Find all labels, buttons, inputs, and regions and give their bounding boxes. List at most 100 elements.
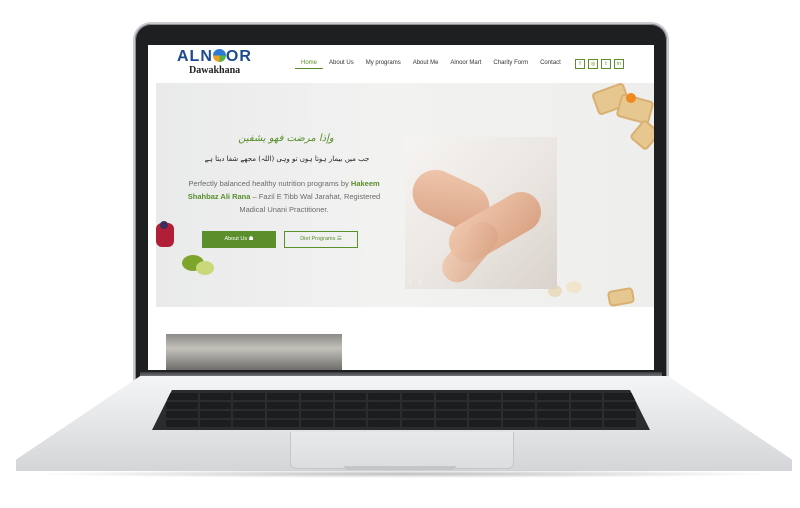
keyboard-key (166, 402, 198, 409)
keyboard-key (233, 420, 266, 427)
keyboard-key (267, 420, 299, 427)
logo-globe-icon (212, 49, 226, 62)
logo-text-left: ALN (177, 48, 213, 65)
keyboard-key (199, 402, 232, 409)
keyboard-key (435, 411, 468, 418)
keyboard-key (199, 411, 232, 418)
main-nav: Home About Us My programs About Me Alnoo… (295, 60, 567, 69)
hero-description: Perfectly balanced healthy nutrition pro… (184, 177, 384, 216)
toast-image (606, 286, 636, 308)
keyboard-key (233, 411, 266, 418)
keyboard-key (166, 420, 198, 427)
keyboard-key (368, 420, 400, 427)
keyboard-key (267, 393, 299, 400)
keyboard-key (503, 420, 535, 427)
diet-programs-button-label: Diet Programs (300, 236, 336, 242)
laptop-shadow (30, 470, 780, 478)
keyboard-key (334, 411, 367, 418)
keyboard-key (267, 411, 299, 418)
keyboard-key (334, 420, 367, 427)
keyboard-key (536, 411, 569, 418)
keyboard-key (401, 402, 434, 409)
orange-slice-image (626, 93, 636, 103)
keyboard-key (503, 393, 535, 400)
keyboard-key (334, 393, 367, 400)
linkedin-icon[interactable]: in (614, 59, 624, 69)
facebook-icon[interactable]: f (575, 59, 585, 69)
keyboard-key (570, 402, 603, 409)
hero-image-slider[interactable]: ‹ › (405, 137, 557, 289)
slider-next-icon[interactable]: › (419, 279, 421, 286)
keyboard-key (300, 420, 333, 427)
keyboard-key (166, 411, 198, 418)
hero-section: وإذا مرضت فهو يشفين جب میں بیمار ہوتا ہو… (156, 81, 654, 308)
hero-text-intro: Perfectly balanced healthy nutrition pro… (188, 179, 351, 188)
keyboard-key (469, 393, 502, 400)
keyboard-key (368, 393, 400, 400)
blackberry-image (160, 221, 168, 229)
logo-subtitle: Dawakhana (189, 65, 241, 76)
arabic-quote: وإذا مرضت فهو يشفين (238, 133, 334, 144)
keyboard-key (604, 411, 636, 418)
toast-image (628, 118, 654, 152)
keyboard-key (435, 393, 468, 400)
keyboard-key (334, 402, 367, 409)
list-icon: ☰ (336, 236, 342, 242)
logo-wordmark: ALN OR (177, 48, 257, 66)
keyboard-key (401, 411, 434, 418)
nav-my-programs[interactable]: My programs (360, 60, 407, 69)
site-header: ALN OR Dawakhana Home About Us My program… (148, 45, 654, 83)
keyboard-key (300, 402, 333, 409)
social-links: f ◎ t in (575, 59, 624, 69)
keyboard-key (435, 402, 468, 409)
logo-text-right: OR (225, 48, 252, 65)
urdu-quote: جب میں بیمار ہوتا ہوں تو وہی (اللہ) مجھے… (204, 155, 370, 163)
user-icon: ☗ (248, 236, 254, 242)
keyboard-key (604, 420, 636, 427)
site-logo[interactable]: ALN OR Dawakhana (177, 48, 257, 76)
laptop-trackpad (290, 432, 514, 469)
nav-about-us[interactable]: About Us (323, 60, 360, 69)
keyboard-key (570, 420, 603, 427)
twitter-icon[interactable]: t (601, 59, 611, 69)
laptop-keyboard (152, 390, 650, 430)
nav-home[interactable]: Home (295, 60, 324, 69)
keyboard-key (536, 393, 569, 400)
nav-charity-form[interactable]: Charity Form (487, 60, 534, 69)
keyboard-key (368, 402, 400, 409)
about-us-button-label: About Us (224, 236, 248, 242)
nav-alnoor-mart[interactable]: Alnoor Mart (444, 60, 487, 69)
laptop-screen: ALN OR Dawakhana Home About Us My program… (148, 45, 654, 370)
keyboard-key (401, 420, 434, 427)
keyboard-key (300, 393, 333, 400)
hero-text-credentials: – Fazil E Tibb Wal Jarahat, Registered M… (239, 192, 381, 214)
nav-about-me[interactable]: About Me (407, 60, 445, 69)
keyboard-key (604, 402, 636, 409)
keyboard-key (166, 393, 198, 400)
keyboard-key (267, 402, 299, 409)
keyboard-key (469, 411, 502, 418)
keyboard-key (233, 402, 266, 409)
keyboard-key (570, 393, 603, 400)
slider-prev-icon[interactable]: ‹ (409, 279, 411, 286)
keyboard-key (368, 411, 400, 418)
keyboard-key (435, 420, 468, 427)
diet-programs-button[interactable]: Diet Programs ☰ (284, 231, 358, 248)
keyboard-key (300, 411, 333, 418)
keyboard-key (401, 393, 434, 400)
kiwi-image (196, 261, 214, 275)
keyboard-key (469, 402, 502, 409)
keyboard-key (199, 393, 232, 400)
banana-image (566, 281, 582, 293)
keyboard-key (536, 402, 569, 409)
keyboard-key (469, 420, 502, 427)
keyboard-key (199, 420, 232, 427)
keyboard-key (570, 411, 603, 418)
keyboard-key (503, 402, 535, 409)
about-us-button[interactable]: About Us ☗ (202, 231, 276, 248)
nav-contact[interactable]: Contact (534, 60, 567, 69)
keyboard-key (536, 420, 569, 427)
instagram-icon[interactable]: ◎ (588, 59, 598, 69)
keyboard-key (503, 411, 535, 418)
keyboard-key (233, 393, 266, 400)
